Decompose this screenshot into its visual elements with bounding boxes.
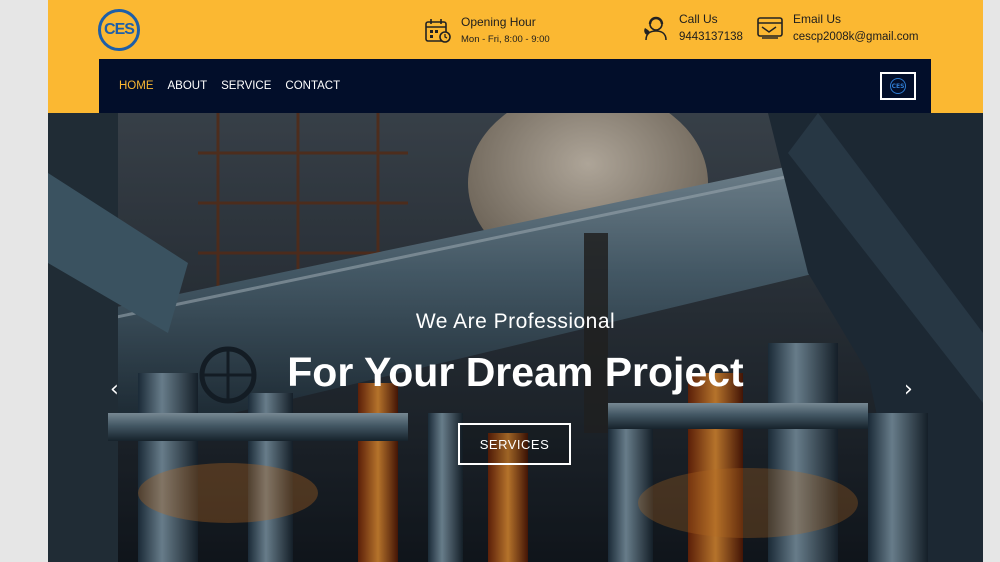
nav-item-about[interactable]: ABOUT [168,80,208,92]
brand-logo-text: CES [104,21,135,38]
slider-prev-arrow-icon[interactable]: ‹ [110,377,119,402]
services-button[interactable]: SERVICES [458,423,571,465]
email-address[interactable]: cescp2008k@gmail.com [793,30,918,44]
opening-hours-info: Opening Hour Mon - Fri, 8:00 - 9:00 [424,15,550,47]
slider-next-arrow-icon[interactable]: › [904,377,913,402]
nav-item-home[interactable]: HOME [119,80,154,92]
hero-industrial-pipes-image [48,113,983,562]
nav-item-service[interactable]: SERVICE [221,80,271,92]
hero-title: For Your Dream Project [287,349,744,395]
call-us-number[interactable]: 9443137138 [679,30,743,44]
nav-logo-button[interactable]: CES [880,72,916,100]
hero-slider: We Are Professional For Your Dream Proje… [48,113,983,562]
opening-hours-title: Opening Hour [461,15,536,29]
nav-item-contact[interactable]: CONTACT [285,80,340,92]
nav-logo-badge: CES [890,78,906,94]
call-us-info[interactable]: Call Us 9443137138 [642,12,743,44]
call-us-title: Call Us [679,12,718,26]
hero-subtitle: We Are Professional [415,310,616,333]
opening-hours-detail: Mon - Fri, 8:00 - 9:00 [461,34,550,45]
phone-support-icon [642,14,670,42]
nav-logo-text: CES [891,82,905,90]
calendar-icon [424,17,452,45]
brand-logo[interactable]: CES [98,9,140,51]
page: CES Opening Hour Mon - Fri, 8:00 - 9:00 … [48,0,983,562]
email-us-info[interactable]: Email Us cescp2008k@gmail.com [756,12,918,44]
top-info-bar: CES Opening Hour Mon - Fri, 8:00 - 9:00 … [48,0,983,113]
email-icon [756,14,784,42]
main-navbar: HOME ABOUT SERVICE CONTACT CES [99,59,931,113]
email-us-title: Email Us [793,12,842,26]
